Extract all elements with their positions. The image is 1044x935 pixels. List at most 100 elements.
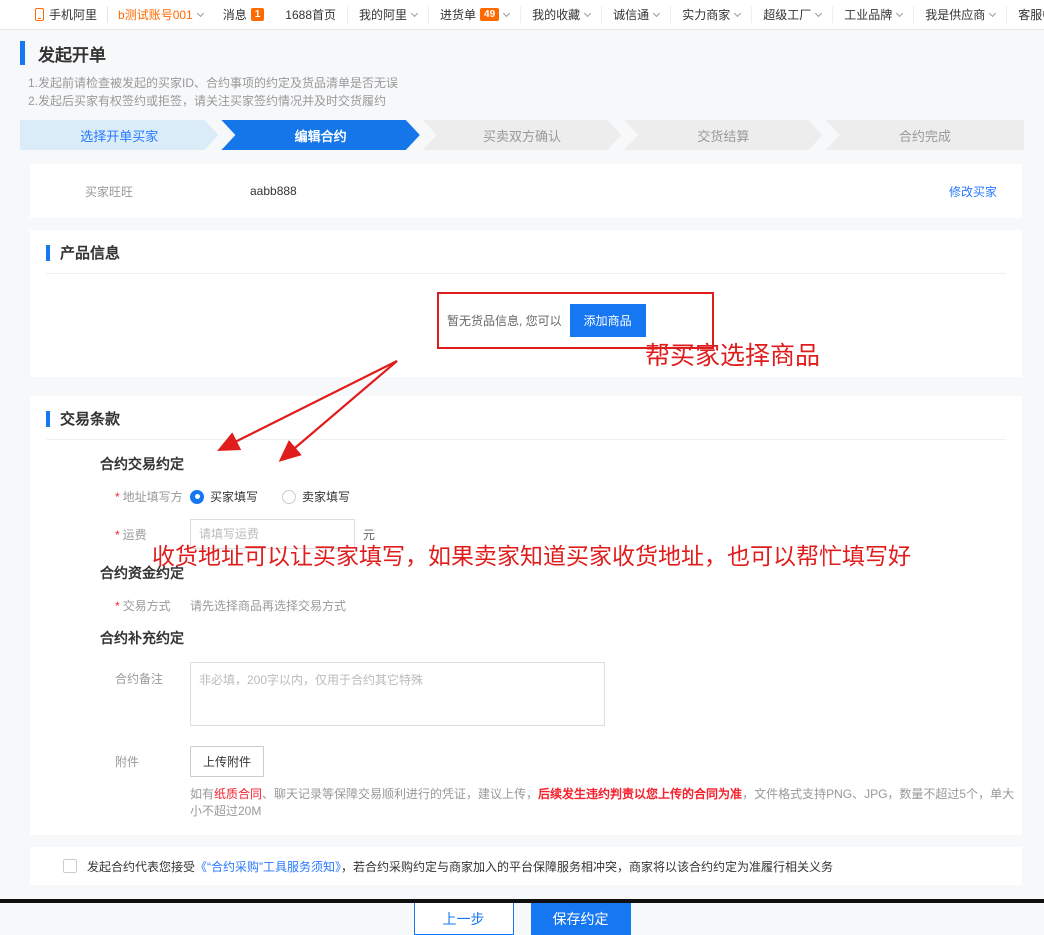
nav-item-label: 1688首页 <box>285 6 336 23</box>
account-name: b测试账号001 <box>118 6 193 23</box>
step-label: 交货结算 <box>697 126 749 145</box>
remark-textarea[interactable] <box>190 662 605 726</box>
product-section-header: 产品信息 <box>46 230 1006 274</box>
step-选择开单买家[interactable]: 选择开单买家 <box>20 120 218 150</box>
product-info-card: 产品信息 暂无货品信息, 您可以 添加商品 <box>30 230 1022 377</box>
chevron-down-icon <box>989 9 996 16</box>
section-accent-bar <box>46 411 50 427</box>
chevron-down-icon <box>503 9 510 16</box>
save-terms-button[interactable]: 保存约定 <box>531 902 631 935</box>
messages-entry[interactable]: 消息 1 <box>213 6 275 23</box>
remark-label: 合约备注 <box>115 662 190 687</box>
freight-label: *运费 <box>115 526 190 543</box>
pay-method-hint: 请先选择商品再选择交易方式 <box>190 597 346 614</box>
agreement-checkbox[interactable] <box>63 859 77 873</box>
step-label: 合约完成 <box>899 126 951 145</box>
phone-icon <box>35 8 44 21</box>
attachment-label: 附件 <box>115 753 190 770</box>
nav-item-客服中心[interactable]: 客服中心 <box>1006 6 1044 23</box>
nav-item-label: 超级工厂 <box>763 6 811 23</box>
agreement-notice-link[interactable]: 《“合约采购”工具服务须知》 <box>195 860 341 874</box>
nav-item-诚信通[interactable]: 诚信通 <box>601 6 670 23</box>
mobile-ali-entry[interactable]: 手机阿里 <box>25 6 107 23</box>
nav-item-工业品牌[interactable]: 工业品牌 <box>832 6 913 23</box>
chevron-down-icon <box>411 9 418 16</box>
required-asterisk: * <box>115 528 120 542</box>
freight-input[interactable] <box>190 519 355 549</box>
step-合约完成[interactable]: 合约完成 <box>826 120 1024 150</box>
pay-method-row: *交易方式 请先选择商品再选择交易方式 <box>115 597 1022 614</box>
messages-label: 消息 <box>223 6 247 23</box>
chevron-down-icon <box>734 9 741 16</box>
attachment-note: 如有纸质合同、聊天记录等保障交易顺利进行的凭证，建议上传，后续发生违约判责以您上… <box>190 785 1022 819</box>
nav-item-实力商家[interactable]: 实力商家 <box>670 6 751 23</box>
edit-buyer-link[interactable]: 修改买家 <box>949 183 1022 200</box>
page-title: 发起开单 <box>38 41 106 66</box>
nav-item-我是供应商[interactable]: 我是供应商 <box>913 6 1006 23</box>
attachment-note-segment: 后续发生违约判责以您上传的合同为准 <box>538 787 742 801</box>
trade-terms-card: 交易条款 合约交易约定 *地址填写方 买家填写卖家填写 *运费 元 合约资金约定… <box>30 396 1022 835</box>
page-title-row: 发起开单 <box>20 40 1024 66</box>
topbar: 手机阿里 b测试账号001 消息 1 1688首页 我的阿里 进货单49我的收藏诚信… <box>0 0 1044 30</box>
terms-section-title: 交易条款 <box>60 408 120 429</box>
mobile-ali-label: 手机阿里 <box>49 6 97 23</box>
instructions: 1.发起前请检查被发起的买家ID、合约事项的约定及货品清单是否无误2.发起后买家… <box>28 74 1024 110</box>
nav-item-label: 进货单 <box>440 6 476 23</box>
chevron-down-icon <box>896 9 903 16</box>
address-filler-row: *地址填写方 买家填写 卖家填写 <box>115 488 1022 505</box>
step-progress-bar: 选择开单买家 编辑合约 买卖双方确认 交货结算 合约完成 <box>20 120 1024 150</box>
nav-item-我的阿里[interactable]: 我的阿里 <box>347 6 428 23</box>
section-accent-bar <box>46 245 50 261</box>
add-product-button[interactable]: 添加商品 <box>570 304 646 337</box>
radio-option-卖家填写[interactable]: 卖家填写 <box>282 488 350 505</box>
agreement-card: 发起合约代表您接受《“合约采购”工具服务须知》，若合约采购约定与商家加入的平台保… <box>30 847 1022 885</box>
radio-unselected-icon[interactable] <box>282 490 296 504</box>
attachment-note-segment: 纸质合同 <box>214 787 262 801</box>
nav-item-我的收藏[interactable]: 我的收藏 <box>520 6 601 23</box>
nav-item-超级工厂[interactable]: 超级工厂 <box>751 6 832 23</box>
buyer-card: 买家旺旺 aabb888 修改买家 <box>30 164 1022 218</box>
empty-product-text: 暂无货品信息, 您可以 <box>447 312 562 329</box>
nav-item-label: 我的阿里 <box>359 6 407 23</box>
chevron-down-icon <box>584 9 591 16</box>
product-section-title: 产品信息 <box>60 242 120 263</box>
title-accent-bar <box>20 41 25 65</box>
account-menu[interactable]: b测试账号001 <box>107 6 213 23</box>
instruction-line: 1.发起前请检查被发起的买家ID、合约事项的约定及货品清单是否无误 <box>28 74 1024 92</box>
nav-item-进货单[interactable]: 进货单49 <box>428 6 520 23</box>
buyer-wangwang-value: aabb888 <box>250 184 297 198</box>
step-编辑合约[interactable]: 编辑合约 <box>221 120 419 150</box>
address-filler-options: 买家填写 卖家填写 <box>190 488 350 505</box>
nav-item-label: 客服中心 <box>1018 6 1044 23</box>
step-买卖双方确认[interactable]: 买卖双方确认 <box>423 120 621 150</box>
radio-selected-icon[interactable] <box>190 490 204 504</box>
attachment-note-segment: 如有 <box>190 787 214 801</box>
chevron-down-icon <box>815 9 822 16</box>
pay-method-label: *交易方式 <box>115 597 190 614</box>
required-asterisk: * <box>115 599 120 613</box>
attachment-row: 附件 上传附件 <box>115 746 1022 777</box>
previous-step-button[interactable]: 上一步 <box>414 902 514 935</box>
instruction-line: 2.发起后买家有权签约或拒签，请关注买家签约情况并及时交货履约 <box>28 92 1024 110</box>
step-交货结算[interactable]: 交货结算 <box>624 120 822 150</box>
buyer-wangwang-label: 买家旺旺 <box>30 183 250 200</box>
supplement-group-title: 合约补充约定 <box>100 628 1022 648</box>
step-label: 编辑合约 <box>295 126 347 145</box>
upload-attachment-button[interactable]: 上传附件 <box>190 746 264 777</box>
step-label: 买卖双方确认 <box>483 126 561 145</box>
address-filler-label: *地址填写方 <box>115 488 190 505</box>
radio-option-label: 卖家填写 <box>302 488 350 505</box>
main-content: 发起开单 1.发起前请检查被发起的买家ID、合约事项的约定及货品清单是否无误2.… <box>0 40 1044 935</box>
trade-group-title: 合约交易约定 <box>100 454 1022 474</box>
chevron-down-icon <box>197 9 204 16</box>
nav-item-1688首页[interactable]: 1688首页 <box>274 6 347 23</box>
radio-option-买家填写[interactable]: 买家填写 <box>190 488 258 505</box>
empty-product-row: 暂无货品信息, 您可以 添加商品 <box>447 304 646 337</box>
bottom-edge-strip <box>0 899 1044 903</box>
nav-item-label: 实力商家 <box>682 6 730 23</box>
attachment-note-segment: 、聊天记录等保障交易顺利进行的凭证，建议上传， <box>262 787 538 801</box>
freight-unit: 元 <box>363 526 375 543</box>
required-asterisk: * <box>115 490 120 504</box>
terms-section-header: 交易条款 <box>46 396 1006 440</box>
topbar-left: 手机阿里 b测试账号001 消息 1 <box>25 6 274 23</box>
